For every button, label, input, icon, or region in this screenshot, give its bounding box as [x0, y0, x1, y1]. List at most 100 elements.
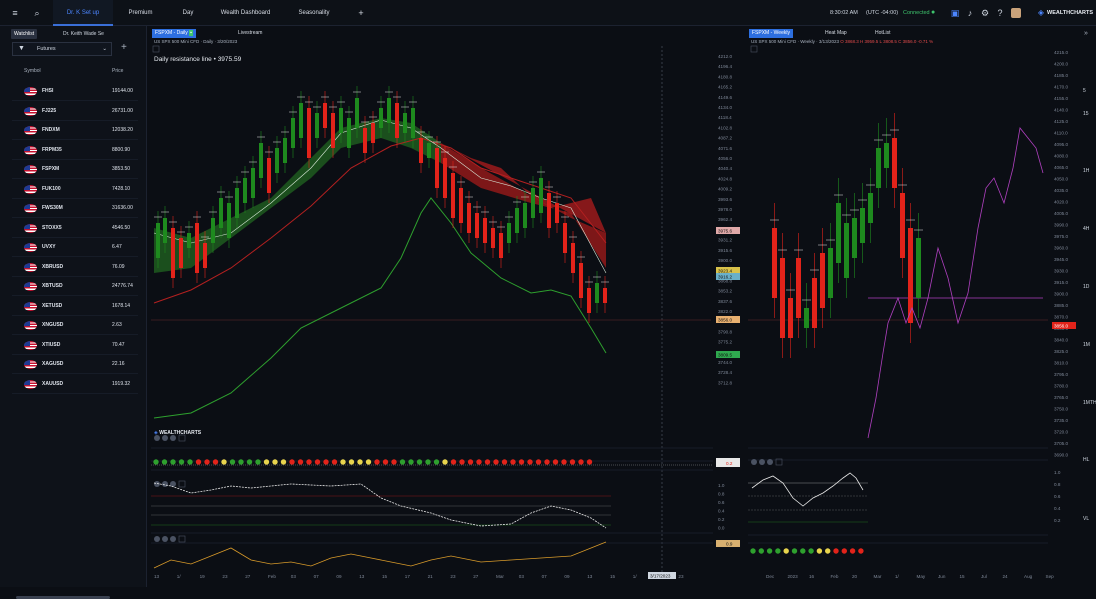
watchlist-price: 4546.50	[112, 224, 131, 231]
timeframe-1mth[interactable]: 1MTH	[1083, 400, 1096, 406]
help-icon[interactable]: ?	[995, 8, 1005, 18]
search-icon[interactable]: ⌕	[32, 8, 42, 18]
date-axis-tick: 13	[154, 574, 160, 579]
us-flag-icon	[24, 145, 37, 155]
tab-day[interactable]: Day	[168, 0, 208, 26]
date-axis-tick: 09	[336, 574, 342, 579]
price-tag-label: 3975.6	[718, 229, 732, 234]
price-axis-tick: 3735.0	[1054, 418, 1068, 423]
candle-body	[323, 103, 327, 128]
watchlist-row-xngusd[interactable]: XNGUSD 2.63	[12, 316, 138, 335]
watchlist-row-xetusd[interactable]: XETUSD 1678.14	[12, 297, 138, 316]
date-axis-tick: 13	[359, 574, 365, 579]
date-axis-tick: 1/	[895, 574, 900, 579]
watchlist-row-stoxx5[interactable]: STOXX5 4546.50	[12, 219, 138, 238]
pane-control-icon	[154, 481, 160, 487]
price-axis-tick: 3810.0	[1054, 361, 1068, 366]
watchlist-row-xtiusd[interactable]: XTIUSD 70.47	[12, 336, 138, 355]
gear-icon[interactable]: ⚙	[980, 8, 990, 18]
osc1-axis-tick: 0.0	[718, 526, 725, 531]
tab-dr-k-setup[interactable]: Dr. K Set up	[53, 0, 113, 26]
candle-body	[171, 228, 175, 278]
col-symbol[interactable]: Symbol	[24, 68, 41, 74]
watchlist-row-fj225[interactable]: FJ225 26731.00	[12, 102, 138, 121]
watchlist-row-xauusd[interactable]: XAUUSD 1919.32	[12, 375, 138, 394]
menu-icon[interactable]: ≡	[10, 8, 20, 18]
tab-wealth-dashboard[interactable]: Wealth Dashboard	[208, 0, 283, 26]
candle-body	[852, 218, 857, 258]
watchlist-symbol: XTIUSD	[42, 341, 61, 348]
timezone[interactable]: (UTC -04:00)	[866, 0, 898, 26]
add-symbol-button[interactable]: +	[121, 42, 127, 53]
signal-dot	[246, 459, 253, 465]
watchlist-select[interactable]: ▼ Futures ⌄	[12, 42, 112, 56]
timeframe-15[interactable]: 15	[1083, 111, 1089, 117]
tab-premium[interactable]: Premium	[113, 0, 168, 26]
timeframe-hl[interactable]: HL	[1083, 457, 1089, 463]
tab-dr-keith[interactable]: Dr. Keith Wade Se	[60, 29, 107, 39]
watchlist-row-fspxm[interactable]: FSPXM 3853.50	[12, 160, 138, 179]
signal-dot	[816, 548, 823, 554]
signal-dot	[195, 459, 202, 465]
weekly-chart-panel[interactable]: FSPXM - Weekly Heat Map HotList US SPX 5…	[748, 28, 1082, 582]
tab-watchlist[interactable]: Watchlist	[11, 29, 38, 39]
pane-collapse-icon	[750, 45, 758, 53]
candle-body	[363, 128, 367, 153]
watchlist-row-fuk100[interactable]: FUK100 7428.10	[12, 180, 138, 199]
daily-chart-panel[interactable]: FSPXM - Daily ▪ Livestream US SPX 500 Mi…	[151, 28, 744, 582]
candle-body	[539, 178, 543, 213]
timeframe-1d[interactable]: 1D	[1083, 284, 1089, 290]
watchlist-row-xbtusd[interactable]: XBTUSD 24776.74	[12, 277, 138, 296]
add-tab-button[interactable]: +	[350, 0, 372, 26]
us-flag-icon	[24, 282, 37, 291]
timeframe-1m[interactable]: 1M	[1083, 342, 1090, 348]
watchlist-row-fws30m[interactable]: FWS30M 31636.00	[12, 199, 138, 218]
tab-seasonality[interactable]: Seasonality	[283, 0, 345, 26]
price-axis-tick: 4140.0	[1054, 108, 1068, 113]
price-tag-label: 3856.0	[1054, 324, 1068, 329]
candle-body	[579, 263, 583, 298]
us-flag-icon	[24, 360, 37, 369]
signal-dot	[229, 459, 236, 465]
date-axis-tick: Dec	[766, 574, 775, 579]
price-axis-tick: 3705.0	[1054, 441, 1068, 446]
candle-body	[227, 203, 231, 238]
expand-icon[interactable]: »	[1084, 30, 1088, 37]
pane-control-icon	[170, 481, 176, 487]
price-axis-tick: 4071.6	[718, 146, 732, 151]
watchlist-row-fndxm[interactable]: FNDXM 12038.20	[12, 121, 138, 140]
pane-close-icon	[178, 535, 186, 543]
watchlist-row-frpm35[interactable]: FRPM35 8800.90	[12, 141, 138, 160]
candle-body	[507, 223, 511, 243]
watchlist-price: 22.16	[112, 361, 125, 367]
date-axis-tick: Mar	[496, 574, 504, 579]
us-flag-icon	[24, 106, 37, 116]
timeframe-1h[interactable]: 1H	[1083, 168, 1089, 174]
osc1-axis-tick: 0.8	[718, 492, 725, 497]
timeframe-vl[interactable]: VL	[1083, 516, 1089, 522]
timeframe-5[interactable]: 5	[1083, 88, 1086, 94]
signal-dot	[357, 459, 363, 465]
osc1-axis-tick: 0.6	[718, 500, 725, 505]
watchlist-row-xagusd[interactable]: XAGUSD 22.16	[12, 355, 138, 374]
signal-dot	[586, 459, 593, 465]
signal-dot	[493, 459, 499, 465]
watchlist-row-uvxy[interactable]: UVXY 6.47	[12, 238, 138, 257]
save-icon[interactable]: ▣	[950, 8, 960, 18]
volume-oscillator-line	[153, 541, 607, 569]
watchlist-symbol: XAGUSD	[42, 361, 64, 367]
signal-dot	[212, 459, 219, 465]
bell-icon[interactable]: ♪	[965, 8, 975, 18]
weekly-price-chart[interactable]: 4215.0 4200.0 4185.0 4170.0 4155.0 4140.0 4125…	[748, 28, 1082, 582]
osc-axis-tick: 0.4	[1054, 506, 1061, 511]
avatar[interactable]	[1011, 8, 1021, 18]
watchlist-symbol: FHSI	[42, 88, 54, 94]
col-price[interactable]: Price	[112, 68, 123, 74]
candle-body	[916, 238, 921, 298]
watchlist-row-fhsi[interactable]: FHSI 19144.00	[12, 82, 138, 101]
timeframe-4h[interactable]: 4H	[1083, 226, 1089, 232]
watchlist-row-xbrusd[interactable]: XBRUSD 76.09	[12, 258, 138, 277]
price-axis-tick: 4134.0	[718, 105, 732, 110]
daily-price-chart[interactable]: 4212.0 4196.4 4180.8 4165.2 4149.6 4134.0 4118…	[151, 28, 744, 582]
signal-dot	[187, 459, 193, 465]
